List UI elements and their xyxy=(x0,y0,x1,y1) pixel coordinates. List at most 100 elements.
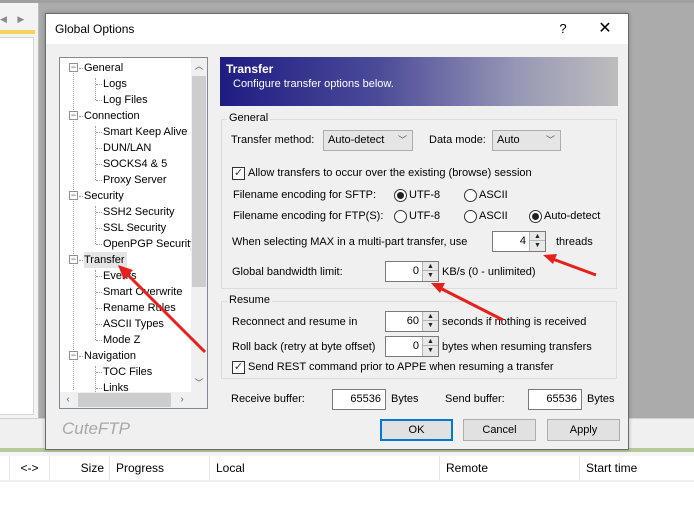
scrollbar-thumb[interactable] xyxy=(78,393,171,407)
spin-down-icon[interactable]: ▼ xyxy=(423,321,438,330)
send-rest-checkbox[interactable]: ✓ xyxy=(232,361,245,374)
collapse-icon[interactable]: − xyxy=(69,191,78,200)
allow-existing-session-checkbox[interactable]: ✓ xyxy=(232,167,245,180)
tree-item-openpgp-security[interactable]: OpenPGP Security xyxy=(103,236,196,252)
allow-existing-session-label[interactable]: Allow transfers to occur over the existi… xyxy=(248,167,532,179)
column-size[interactable]: Size xyxy=(49,456,109,480)
tree-connector xyxy=(96,228,102,229)
tree-item-navigation[interactable]: Navigation xyxy=(84,348,136,364)
tree-item-transfer[interactable]: Transfer xyxy=(84,252,127,268)
tree-item-general[interactable]: General xyxy=(84,60,123,76)
ftp-autodetect-label[interactable]: Auto-detect xyxy=(544,210,600,222)
spinner-buttons[interactable]: ▲ ▼ xyxy=(422,262,438,281)
spin-down-icon[interactable]: ▼ xyxy=(530,241,545,250)
scroll-right-icon[interactable]: › xyxy=(174,392,190,408)
spin-down-icon[interactable]: ▼ xyxy=(423,346,438,355)
data-mode-value: Auto xyxy=(497,134,520,146)
scrollbar-thumb[interactable] xyxy=(192,76,206,287)
tree-connector xyxy=(96,388,102,389)
spinner-buttons[interactable]: ▲ ▼ xyxy=(529,232,545,251)
tree-connector xyxy=(79,68,83,69)
dialog-titlebar[interactable]: Global Options ? ✕ xyxy=(46,14,628,44)
ftp-ascii-label[interactable]: ASCII xyxy=(479,210,508,222)
ftp-autodetect-radio[interactable] xyxy=(529,210,542,223)
tree-item-security[interactable]: Security xyxy=(84,188,124,204)
tree-item-events[interactable]: Events xyxy=(103,268,137,284)
sftp-ascii-label[interactable]: ASCII xyxy=(479,189,508,201)
send-rest-label[interactable]: Send REST command prior to APPE when res… xyxy=(248,361,554,373)
scroll-up-icon[interactable]: ︿ xyxy=(191,58,207,75)
bandwidth-spinner[interactable]: 0 ▲ ▼ xyxy=(385,261,439,282)
tree-connector xyxy=(96,372,102,373)
tree-item-proxy-server[interactable]: Proxy Server xyxy=(103,172,167,188)
collapse-icon[interactable]: − xyxy=(69,255,78,264)
max-threads-value: 4 xyxy=(519,235,526,247)
tree-item-ascii-types[interactable]: ASCII Types xyxy=(103,316,164,332)
transfer-method-label: Transfer method: xyxy=(231,134,315,146)
spin-up-icon[interactable]: ▲ xyxy=(530,232,545,241)
scroll-down-icon[interactable]: ﹀ xyxy=(191,375,207,392)
max-threads-label: When selecting MAX in a multi-part trans… xyxy=(232,236,468,248)
spin-up-icon[interactable]: ▲ xyxy=(423,337,438,346)
send-buffer-input[interactable]: 65536 xyxy=(528,389,582,410)
column-progress[interactable]: Progress xyxy=(109,456,209,480)
tree-guide xyxy=(95,270,96,340)
scroll-left-icon[interactable]: ‹ xyxy=(60,392,76,408)
tree-guide xyxy=(95,78,96,100)
spin-up-icon[interactable]: ▲ xyxy=(423,262,438,271)
sftp-ascii-radio[interactable] xyxy=(464,189,477,202)
transfer-method-select[interactable]: Auto-detect ﹀ xyxy=(323,130,413,151)
reconnect-value: 60 xyxy=(406,315,419,327)
tree-vertical-scrollbar[interactable]: ︿ ﹀ xyxy=(191,58,207,392)
tree-item-smart-keep-alive[interactable]: Smart Keep Alive xyxy=(103,124,187,140)
receive-buffer-label: Receive buffer: xyxy=(231,393,305,405)
tree-item-log-files[interactable]: Log Files xyxy=(103,92,148,108)
collapse-icon[interactable]: − xyxy=(69,63,78,72)
help-button[interactable]: ? xyxy=(551,18,575,40)
data-mode-select[interactable]: Auto ﹀ xyxy=(492,130,561,151)
spinner-buttons[interactable]: ▲ ▼ xyxy=(422,312,438,331)
ftp-utf8-label[interactable]: UTF-8 xyxy=(409,210,440,222)
tree-connector xyxy=(96,340,102,341)
column-direction[interactable]: <-> xyxy=(9,456,49,480)
pane-nav-arrows-icon[interactable]: ◀ ▶ xyxy=(0,14,28,25)
sftp-encoding-label: Filename encoding for SFTP: xyxy=(233,189,377,201)
receive-buffer-input[interactable]: 65536 xyxy=(332,389,386,410)
tree-item-logs[interactable]: Logs xyxy=(103,76,127,92)
page-subtitle: Configure transfer options below. xyxy=(233,78,394,90)
tree-item-socks[interactable]: SOCKS4 & 5 xyxy=(103,156,167,172)
tree-item-mode-z[interactable]: Mode Z xyxy=(103,332,140,348)
column-remote[interactable]: Remote xyxy=(439,456,579,480)
max-threads-spinner[interactable]: 4 ▲ ▼ xyxy=(492,231,546,252)
sftp-utf8-radio[interactable] xyxy=(394,189,407,202)
reconnect-spinner[interactable]: 60 ▲ ▼ xyxy=(385,311,439,332)
ok-button[interactable]: OK xyxy=(380,419,453,441)
spin-down-icon[interactable]: ▼ xyxy=(423,271,438,280)
spinner-buttons[interactable]: ▲ ▼ xyxy=(422,337,438,356)
cancel-button[interactable]: Cancel xyxy=(463,419,536,441)
ftp-ascii-radio[interactable] xyxy=(464,210,477,223)
close-button[interactable]: ✕ xyxy=(591,18,619,40)
apply-button[interactable]: Apply xyxy=(547,419,620,441)
active-tab-indicator xyxy=(0,30,35,34)
collapse-icon[interactable]: − xyxy=(69,111,78,120)
rollback-spinner[interactable]: 0 ▲ ▼ xyxy=(385,336,439,357)
tree-item-ssh2-security[interactable]: SSH2 Security xyxy=(103,204,175,220)
column-local[interactable]: Local xyxy=(209,456,439,480)
tree-item-dun-lan[interactable]: DUN/LAN xyxy=(103,140,151,156)
spin-up-icon[interactable]: ▲ xyxy=(423,312,438,321)
column-start-time[interactable]: Start time xyxy=(579,456,694,480)
tree-horizontal-scrollbar[interactable]: ‹ › xyxy=(60,392,207,408)
tree-item-connection[interactable]: Connection xyxy=(84,108,140,124)
tree-item-smart-overwrite[interactable]: Smart Overwrite xyxy=(103,284,182,300)
tree-item-ssl-security[interactable]: SSL Security xyxy=(103,220,166,236)
ftp-utf8-radio[interactable] xyxy=(394,210,407,223)
tree-item-toc-files[interactable]: TOC Files xyxy=(103,364,152,380)
max-threads-unit: threads xyxy=(556,236,593,248)
left-pane-list[interactable] xyxy=(0,37,34,415)
options-tree[interactable]: − General Logs Log Files − Connection Sm… xyxy=(59,57,208,409)
receive-buffer-unit: Bytes xyxy=(391,393,419,405)
collapse-icon[interactable]: − xyxy=(69,351,78,360)
sftp-utf8-label[interactable]: UTF-8 xyxy=(409,189,440,201)
tree-item-rename-rules[interactable]: Rename Rules xyxy=(103,300,176,316)
